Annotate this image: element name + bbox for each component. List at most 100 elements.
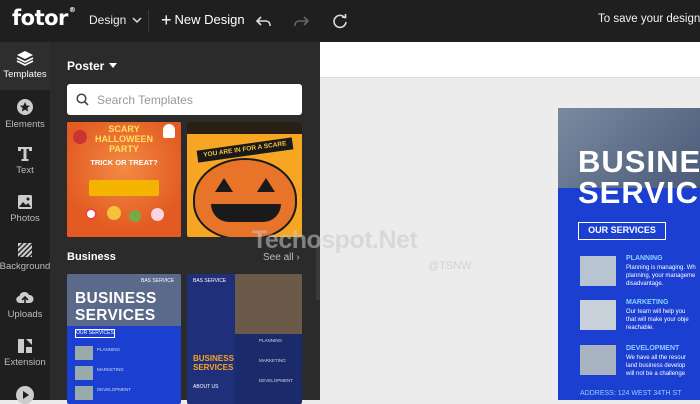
rail-label: Elements — [5, 119, 45, 130]
refresh-icon[interactable] — [330, 11, 350, 31]
text-line: reachable. — [626, 325, 655, 331]
title-line: SERVICES — [193, 363, 234, 372]
halloween-title: SCARY HALLOWEEN PARTY — [67, 124, 181, 154]
new-design-button[interactable]: + New Design — [161, 9, 245, 30]
section-title-business: Business — [67, 251, 116, 263]
title-line: PARTY — [109, 144, 139, 154]
category-dropdown[interactable]: Poster — [67, 59, 118, 73]
title-line: BUSINESS — [193, 354, 234, 363]
about-label: ABOUT US — [193, 384, 219, 390]
search-icon — [76, 93, 89, 106]
planning-text: Planning is managing. Wh planning, your … — [626, 264, 696, 288]
poster-title: BUSINES SERVICE — [578, 146, 700, 208]
design-menu-label: Design — [89, 13, 127, 27]
plus-icon: + — [161, 9, 172, 30]
redo-icon[interactable] — [291, 11, 311, 31]
rail-item-templates[interactable]: Templates — [0, 42, 50, 90]
design-menu[interactable]: Design — [89, 13, 142, 27]
chevron-down-icon — [132, 17, 142, 24]
item-photo — [75, 366, 93, 380]
see-all-link[interactable]: See all › — [263, 252, 300, 263]
category-label: Poster — [67, 59, 105, 73]
logo-mark: ® — [68, 6, 76, 14]
template-thumb-halloween-party[interactable]: SCARY HALLOWEEN PARTY TRICK OR TREAT? — [67, 122, 181, 237]
design-canvas-poster[interactable]: BUSINES SERVICE OUR SERVICES PLANNING Pl… — [558, 108, 700, 400]
text-line: Our team will help you — [626, 309, 686, 315]
template-thumb-halloween-pumpkin[interactable]: YOU ARE IN FOR A SCARE — [187, 122, 302, 237]
title-line: HALLOWEEN — [95, 134, 153, 144]
text-icon — [18, 147, 32, 161]
rail-label: Extension — [4, 357, 46, 368]
rail-item-background[interactable]: Background — [0, 234, 50, 282]
photo-icon — [18, 195, 32, 209]
bas-badge: BAS SERVICE — [193, 278, 227, 284]
rail-item-photos[interactable]: Photos — [0, 186, 50, 234]
logo-text: fotor — [12, 6, 68, 30]
canvas-toolbar — [320, 42, 700, 78]
left-rail: Templates Elements Text Photos Backgroun… — [0, 42, 50, 404]
undo-icon[interactable] — [254, 11, 274, 31]
fotor-logo[interactable]: fotor® — [12, 6, 76, 30]
search-box[interactable] — [67, 84, 302, 115]
planning-title: PLANNING — [626, 255, 663, 262]
templates-panel: Poster SCARY HALLOWEEN PARTY TRICK OR TR… — [50, 42, 320, 404]
text-line: planning, your manageme — [626, 273, 696, 279]
marketing-text: Our team will help you that will make yo… — [626, 308, 689, 332]
rail-label: Templates — [3, 69, 47, 80]
title-line: SERVICE — [578, 175, 700, 210]
item-title: DEVELOPMENT — [259, 378, 294, 383]
template-thumb-business-2[interactable]: BAS SERVICE BUSINESS SERVICES ABOUT US P… — [187, 274, 302, 404]
template-thumb-business-1[interactable]: BAS SERVICE BUSINESS SERVICES OUR SERVIC… — [67, 274, 181, 404]
star-circle-icon — [17, 99, 33, 115]
planning-photo — [580, 256, 616, 286]
toolbar-divider — [148, 10, 149, 32]
development-photo — [580, 345, 616, 375]
play-icon[interactable] — [16, 386, 34, 404]
rail-item-uploads[interactable]: Uploads — [0, 282, 50, 330]
rail-item-extension[interactable]: Extension — [0, 330, 50, 378]
lollipop-decoration — [129, 210, 141, 222]
item-title: MARKETING — [97, 367, 124, 372]
rail-label: Uploads — [7, 309, 43, 320]
new-design-label: New Design — [174, 12, 245, 27]
pumpkin-eye — [215, 178, 233, 192]
lollipop-decoration — [151, 208, 164, 221]
text-line: Planning is managing. Wh — [626, 265, 696, 271]
save-message: To save your design, — [598, 13, 700, 25]
bas-badge: BAS SERVICE — [141, 278, 175, 284]
rail-item-elements[interactable]: Elements — [0, 90, 50, 138]
pumpkin-eye — [257, 178, 275, 192]
rail-item-text[interactable]: Text — [0, 138, 50, 186]
item-title: PLANNING — [97, 347, 121, 352]
item-photo — [75, 386, 93, 400]
title-line: SERVICES — [75, 307, 156, 324]
development-text: We have all the resour land business dev… — [626, 354, 686, 378]
pumpkin-graphic — [193, 158, 297, 237]
top-bar: fotor® Design + New Design To save your … — [0, 0, 700, 42]
text-line: that will make your obje — [626, 317, 689, 323]
development-title: DEVELOPMENT — [626, 345, 680, 352]
business-title: BUSINESS SERVICES — [75, 290, 157, 324]
search-input[interactable] — [97, 92, 277, 107]
text-line: We have all the resour — [626, 355, 686, 361]
text-line: disadvantage. — [626, 281, 664, 287]
item-title: MARKETING — [259, 358, 286, 363]
candy-decoration — [85, 208, 97, 220]
layers-icon — [16, 51, 34, 66]
title-line: SCARY — [108, 124, 140, 134]
rail-label: Background — [0, 261, 51, 272]
thumb-top-band — [187, 122, 302, 134]
marketing-title: MARKETING — [626, 299, 669, 306]
text-line: land business develop — [626, 363, 686, 369]
marketing-photo — [580, 300, 616, 330]
item-photo — [75, 346, 93, 360]
poster-address: ADDRESS: 124 WEST 34TH ST — [580, 390, 682, 397]
text-line: will not be a challenge — [626, 371, 686, 377]
halloween-subtitle: TRICK OR TREAT? — [90, 158, 158, 167]
event-details-box — [89, 180, 159, 196]
business-title: BUSINESS SERVICES — [193, 354, 234, 372]
our-services-button: OUR SERVICES — [75, 329, 115, 338]
caret-down-icon — [109, 63, 118, 68]
pumpkin-mouth — [211, 204, 281, 222]
extension-icon — [18, 339, 32, 353]
